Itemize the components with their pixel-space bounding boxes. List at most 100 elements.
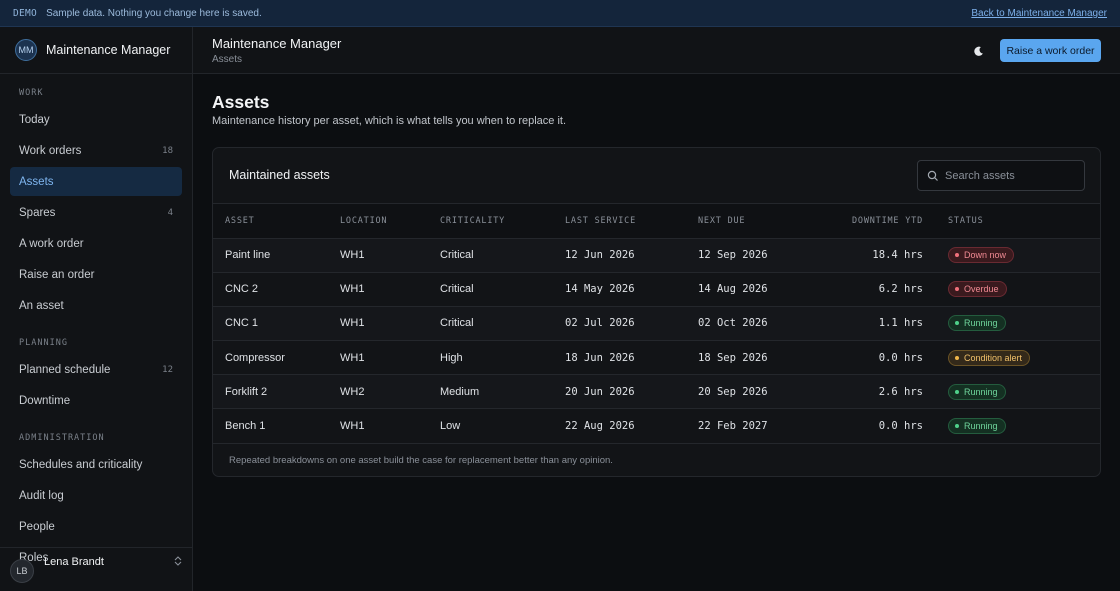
raise-work-order-button[interactable]: Raise a work order — [1000, 39, 1101, 62]
table-body: Paint line WH1 Critical 12 Jun 2026 12 Sep 2… — [213, 238, 1100, 444]
card-title: Maintained assets — [229, 168, 330, 182]
next-due-date: 20 Sep 2026 — [698, 385, 768, 398]
back-link[interactable]: Back to Maintenance Manager — [971, 8, 1107, 19]
sidebar-item-an-asset[interactable]: An asset — [10, 291, 182, 320]
sidebar-item-count: 12 — [162, 364, 173, 375]
sidebar-item-count: 4 — [167, 207, 173, 218]
column-header-next-due[interactable]: NEXT DUE — [698, 204, 808, 239]
asset-name: Forklift 2 — [225, 385, 268, 398]
moon-icon[interactable] — [967, 41, 989, 61]
column-header-location[interactable]: LOCATION — [340, 204, 440, 239]
status-dot-icon — [955, 287, 959, 292]
nav-section-title: ADMINISTRATION — [19, 433, 105, 443]
sidebar-item-schedules-and-criticality[interactable]: Schedules and criticality — [10, 450, 182, 479]
search-box[interactable] — [917, 160, 1085, 191]
column-header-asset[interactable]: ASSET — [213, 204, 340, 239]
user-name: Lena Brandt — [44, 556, 104, 568]
expand-icon[interactable] — [173, 556, 183, 569]
downtime-ytd: 18.4 hrs — [872, 249, 923, 262]
assets-table: ASSET LOCATION CRITICALITY LAST SERVICE NEXT… — [213, 204, 1100, 444]
status-cell: Running — [935, 375, 1100, 409]
table-row[interactable]: Bench 1 WH1 Low 22 Aug 2026 22 Feb 2027 0.0 h… — [213, 408, 1100, 444]
sidebar-item-label: Audit log — [19, 489, 64, 502]
status-dot-icon — [955, 355, 959, 360]
sidebar-item-label: A work order — [19, 237, 84, 250]
asset-criticality: High — [440, 351, 463, 364]
sidebar-item-label: Today — [19, 113, 50, 126]
status-cell: Condition alert — [935, 341, 1100, 375]
asset-name: Bench 1 — [225, 420, 266, 433]
table-row[interactable]: CNC 1 WH1 Critical 02 Jul 2026 02 Oct 2026 1.… — [213, 306, 1100, 341]
status-badge: Running — [948, 418, 1006, 435]
sidebar-item-people[interactable]: People — [10, 512, 182, 541]
nav-section-title: WORK — [19, 88, 44, 98]
sidebar-item-label: Planned schedule — [19, 363, 111, 376]
sidebar-item-label: Schedules and criticality — [19, 458, 143, 471]
brand-name: Maintenance Manager — [46, 43, 171, 57]
demo-banner: DEMO Sample data. Nothing you change her… — [0, 0, 1120, 27]
next-due-date: 14 Aug 2026 — [698, 283, 768, 296]
breadcrumb[interactable]: Assets — [212, 54, 242, 65]
downtime-ytd: 6.2 hrs — [878, 283, 923, 296]
demo-message: Sample data. Nothing you change here is … — [46, 7, 262, 19]
sidebar-item-audit-log[interactable]: Audit log — [10, 481, 182, 510]
column-header-last-service[interactable]: LAST SERVICE — [565, 204, 698, 239]
sidebar-item-label: An asset — [19, 299, 64, 312]
status-dot-icon — [955, 253, 959, 258]
sidebar-item-a-work-order[interactable]: A work order — [10, 229, 182, 258]
asset-location: WH1 — [340, 317, 365, 330]
status-badge: Running — [948, 315, 1006, 332]
next-due-date: 18 Sep 2026 — [698, 351, 768, 364]
card-header: Maintained assets — [213, 148, 1100, 204]
search-input[interactable] — [945, 169, 1075, 182]
top-header: Maintenance Manager Assets Raise a work … — [193, 27, 1120, 74]
status-label: Down now — [964, 250, 1007, 261]
asset-name: CNC 1 — [225, 317, 259, 330]
status-badge: Down now — [948, 247, 1015, 264]
sidebar: MM Maintenance Manager WORK Today Work ord… — [0, 27, 193, 591]
brand[interactable]: MM Maintenance Manager — [0, 27, 192, 74]
sidebar-item-today[interactable]: Today — [10, 105, 182, 134]
sidebar-item-planned-schedule[interactable]: Planned schedule 12 — [10, 355, 182, 384]
downtime-ytd: 2.6 hrs — [878, 385, 923, 398]
sidebar-item-downtime[interactable]: Downtime — [10, 386, 182, 415]
column-header-downtime-ytd[interactable]: DOWNTIME YTD — [808, 204, 935, 239]
last-service-date: 02 Jul 2026 — [565, 317, 635, 330]
column-header-status[interactable]: STATUS — [935, 204, 1100, 239]
sidebar-item-spares[interactable]: Spares 4 — [10, 198, 182, 227]
sidebar-item-count: 18 — [162, 145, 173, 156]
next-due-date: 22 Feb 2027 — [698, 420, 768, 433]
table-row[interactable]: Compressor WH1 High 18 Jun 2026 18 Sep 2026 0… — [213, 340, 1100, 375]
sidebar-item-label: Spares — [19, 206, 56, 219]
sidebar-item-label: Downtime — [19, 394, 71, 407]
next-due-date: 02 Oct 2026 — [698, 317, 768, 330]
asset-name: Compressor — [225, 351, 285, 364]
status-cell: Running — [935, 409, 1100, 443]
demo-tag: DEMO — [13, 7, 38, 19]
last-service-date: 22 Aug 2026 — [565, 420, 635, 433]
status-label: Running — [964, 421, 998, 432]
last-service-date: 12 Jun 2026 — [565, 249, 635, 262]
column-header-criticality[interactable]: CRITICALITY — [440, 204, 565, 239]
last-service-date: 18 Jun 2026 — [565, 351, 635, 364]
status-dot-icon — [955, 389, 959, 394]
table-row[interactable]: Forklift 2 WH2 Medium 20 Jun 2026 20 Sep 202… — [213, 374, 1100, 409]
sidebar-item-work-orders[interactable]: Work orders 18 — [10, 136, 182, 165]
downtime-ytd: 0.0 hrs — [878, 420, 923, 433]
status-label: Running — [964, 318, 998, 329]
asset-location: WH2 — [340, 385, 365, 398]
status-dot-icon — [955, 321, 959, 326]
sidebar-item-assets[interactable]: Assets — [10, 167, 182, 196]
downtime-ytd: 1.1 hrs — [878, 317, 923, 330]
status-badge: Condition alert — [948, 349, 1031, 366]
table-row[interactable]: CNC 2 WH1 Critical 14 May 2026 14 Aug 2026 6.… — [213, 272, 1100, 307]
asset-name: Paint line — [225, 249, 271, 262]
table-row[interactable]: Paint line WH1 Critical 12 Jun 2026 12 Sep 2… — [213, 238, 1100, 273]
asset-location: WH1 — [340, 249, 365, 262]
user-profile[interactable]: LB Lena Brandt — [0, 547, 193, 587]
status-label: Running — [964, 386, 998, 397]
nav-section-title: PLANNING — [19, 338, 68, 348]
sidebar-item-raise-an-order[interactable]: Raise an order — [10, 260, 182, 289]
sidebar-item-label: People — [19, 520, 55, 533]
status-cell: Running — [935, 306, 1100, 340]
